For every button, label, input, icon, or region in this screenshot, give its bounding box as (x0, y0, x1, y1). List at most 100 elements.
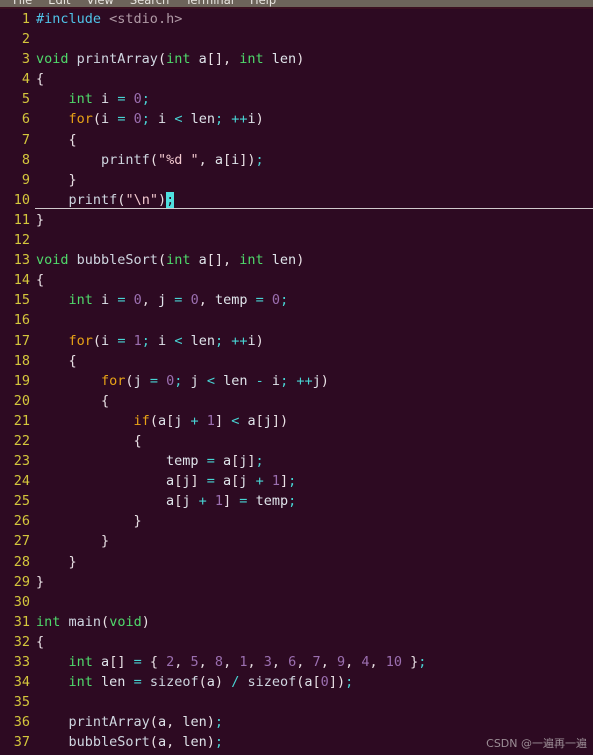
identifier-token: a (222, 453, 232, 470)
code-line[interactable]: 3 void printArray(int a[], int len) (0, 49, 593, 69)
code-line-content: void bubbleSort(int a[], int len) (36, 250, 304, 270)
preprocessor-token: #include (36, 11, 102, 27)
code-line[interactable]: 4{ (0, 69, 593, 89)
punctuation-token (182, 333, 190, 349)
punctuation-token: ) (206, 734, 215, 751)
keyword-token: int (166, 252, 191, 269)
code-line[interactable]: 10 printf("\n"); (0, 190, 593, 210)
code-line[interactable]: 2 (0, 29, 593, 49)
code-line[interactable]: 31 int main(void) (0, 612, 593, 632)
code-line[interactable]: 22 { (0, 431, 593, 451)
punctuation-token (125, 111, 133, 127)
menu-item-file[interactable]: File (5, 0, 40, 7)
code-line[interactable]: 11} (0, 210, 593, 230)
number-token: 1 (206, 412, 215, 429)
code-line[interactable]: 27 } (0, 531, 593, 551)
function-name-token: sizeof (247, 674, 297, 691)
line-number: 32 (13, 633, 30, 650)
menu-item-help[interactable]: Help (242, 0, 284, 7)
code-line[interactable]: 34 int len = sizeof(a) / sizeof(a[0]); (0, 672, 593, 692)
code-line[interactable]: 6 for(i = 0; i < len; ++i) (0, 109, 593, 129)
menu-item-search[interactable]: Search (122, 0, 178, 7)
code-line[interactable]: 5 int i = 0; (0, 89, 593, 109)
menu-item-view[interactable]: View (79, 0, 122, 7)
identifier-token: a (166, 473, 175, 490)
line-number: 33 (13, 654, 30, 670)
code-line[interactable]: 16 (0, 310, 593, 330)
line-number: 19 (13, 372, 30, 389)
punctuation-token: , (271, 654, 289, 670)
punctuation-token: [], (206, 51, 240, 68)
punctuation-token: ( (149, 412, 158, 429)
code-line[interactable]: 13 void bubbleSort(int a[], int len) (0, 250, 593, 270)
punctuation-token (69, 51, 77, 67)
code-line[interactable]: 23 temp = a[j]; (0, 451, 593, 471)
code-line[interactable]: 24 a[j] = a[j + 1]; (0, 471, 593, 491)
code-line[interactable]: 8 printf("%d ", a[i]); (0, 150, 593, 170)
punctuation-token (125, 292, 133, 308)
identifier-token: j (133, 372, 142, 389)
code-line[interactable]: 28 } (0, 552, 593, 572)
punctuation-token: ( (149, 714, 158, 731)
code-line[interactable]: 12 (0, 230, 593, 250)
punctuation-token: { (36, 392, 110, 409)
text-cursor[interactable]: ; (166, 191, 175, 208)
code-line-content: } (36, 572, 44, 592)
code-line[interactable]: 25 a[j + 1] = temp; (0, 491, 593, 511)
punctuation-token: } (36, 171, 77, 188)
identifier-token: temp (214, 292, 248, 309)
code-line-content: } (36, 552, 77, 572)
function-name-token: printArray (68, 714, 150, 731)
code-line[interactable]: 29} (0, 572, 593, 592)
punctuation-token: , (247, 654, 264, 670)
operator-token: < (206, 372, 215, 389)
number-token: 1 (214, 493, 224, 510)
punctuation-token: } (402, 654, 419, 670)
code-line[interactable]: 1 #include <stdio.h> (0, 9, 593, 29)
punctuation-token: { (36, 633, 45, 650)
code-line-content: { (36, 130, 77, 150)
code-line-content: } (36, 170, 77, 190)
code-line[interactable]: 15 int i = 0, j = 0, temp = 0; (0, 290, 593, 310)
code-line-content: void printArray(int a[], int len) (36, 49, 304, 69)
operator-token: = (206, 453, 215, 470)
csdn-watermark: CSDN @一遍再一遍 (486, 737, 587, 750)
punctuation-token: ( (101, 613, 110, 630)
punctuation-token: ] (280, 473, 289, 490)
identifier-token: len (271, 51, 297, 68)
punctuation-token (248, 373, 256, 389)
punctuation-token (36, 453, 166, 469)
code-line[interactable]: 33 int a[] = { 2, 5, 8, 1, 3, 6, 7, 9, 4… (0, 652, 593, 672)
code-line[interactable]: 30 (0, 592, 593, 612)
code-line[interactable]: 26 } (0, 511, 593, 531)
punctuation-token (36, 493, 166, 509)
code-line[interactable]: 19 for(j = 0; j < len - i; ++j) (0, 371, 593, 391)
function-name-token: bubbleSort (68, 734, 150, 751)
punctuation-token (125, 333, 133, 349)
code-line-content: int i = 0, j = 0, temp = 0; (36, 290, 289, 310)
function-name-token: sizeof (149, 674, 199, 691)
code-line[interactable]: 21 if(a[j + 1] < a[j]) (0, 411, 593, 431)
code-line[interactable]: 17 for(i = 1; i < len; ++i) (0, 331, 593, 351)
code-line[interactable]: 9 } (0, 170, 593, 190)
code-line[interactable]: 36 printArray(a, len); (0, 712, 593, 732)
code-line[interactable]: 14 { (0, 270, 593, 290)
code-line[interactable]: 18 { (0, 351, 593, 371)
punctuation-token: ( (92, 111, 102, 128)
code-line[interactable]: 35 (0, 692, 593, 712)
number-token: 3 (263, 654, 272, 670)
operator-token: - (255, 372, 264, 389)
menu-item-terminal[interactable]: Terminal (177, 0, 242, 7)
code-line[interactable]: 20 { (0, 391, 593, 411)
number-token: 0 (133, 111, 142, 128)
code-line[interactable]: 7 { (0, 130, 593, 150)
code-line-content: printf("%d ", a[i]); (36, 150, 264, 170)
menu-item-edit[interactable]: Edit (40, 0, 78, 7)
keyword-token: int (68, 674, 93, 691)
punctuation-token: { (141, 654, 167, 670)
identifier-token: len (271, 252, 297, 269)
punctuation-token: [ (312, 674, 321, 691)
code-line[interactable]: 32 { (0, 632, 593, 652)
code-editor-area[interactable]: 1 #include <stdio.h> 2 3 void printArray(int… (0, 9, 593, 755)
operator-token: ; (214, 714, 224, 731)
